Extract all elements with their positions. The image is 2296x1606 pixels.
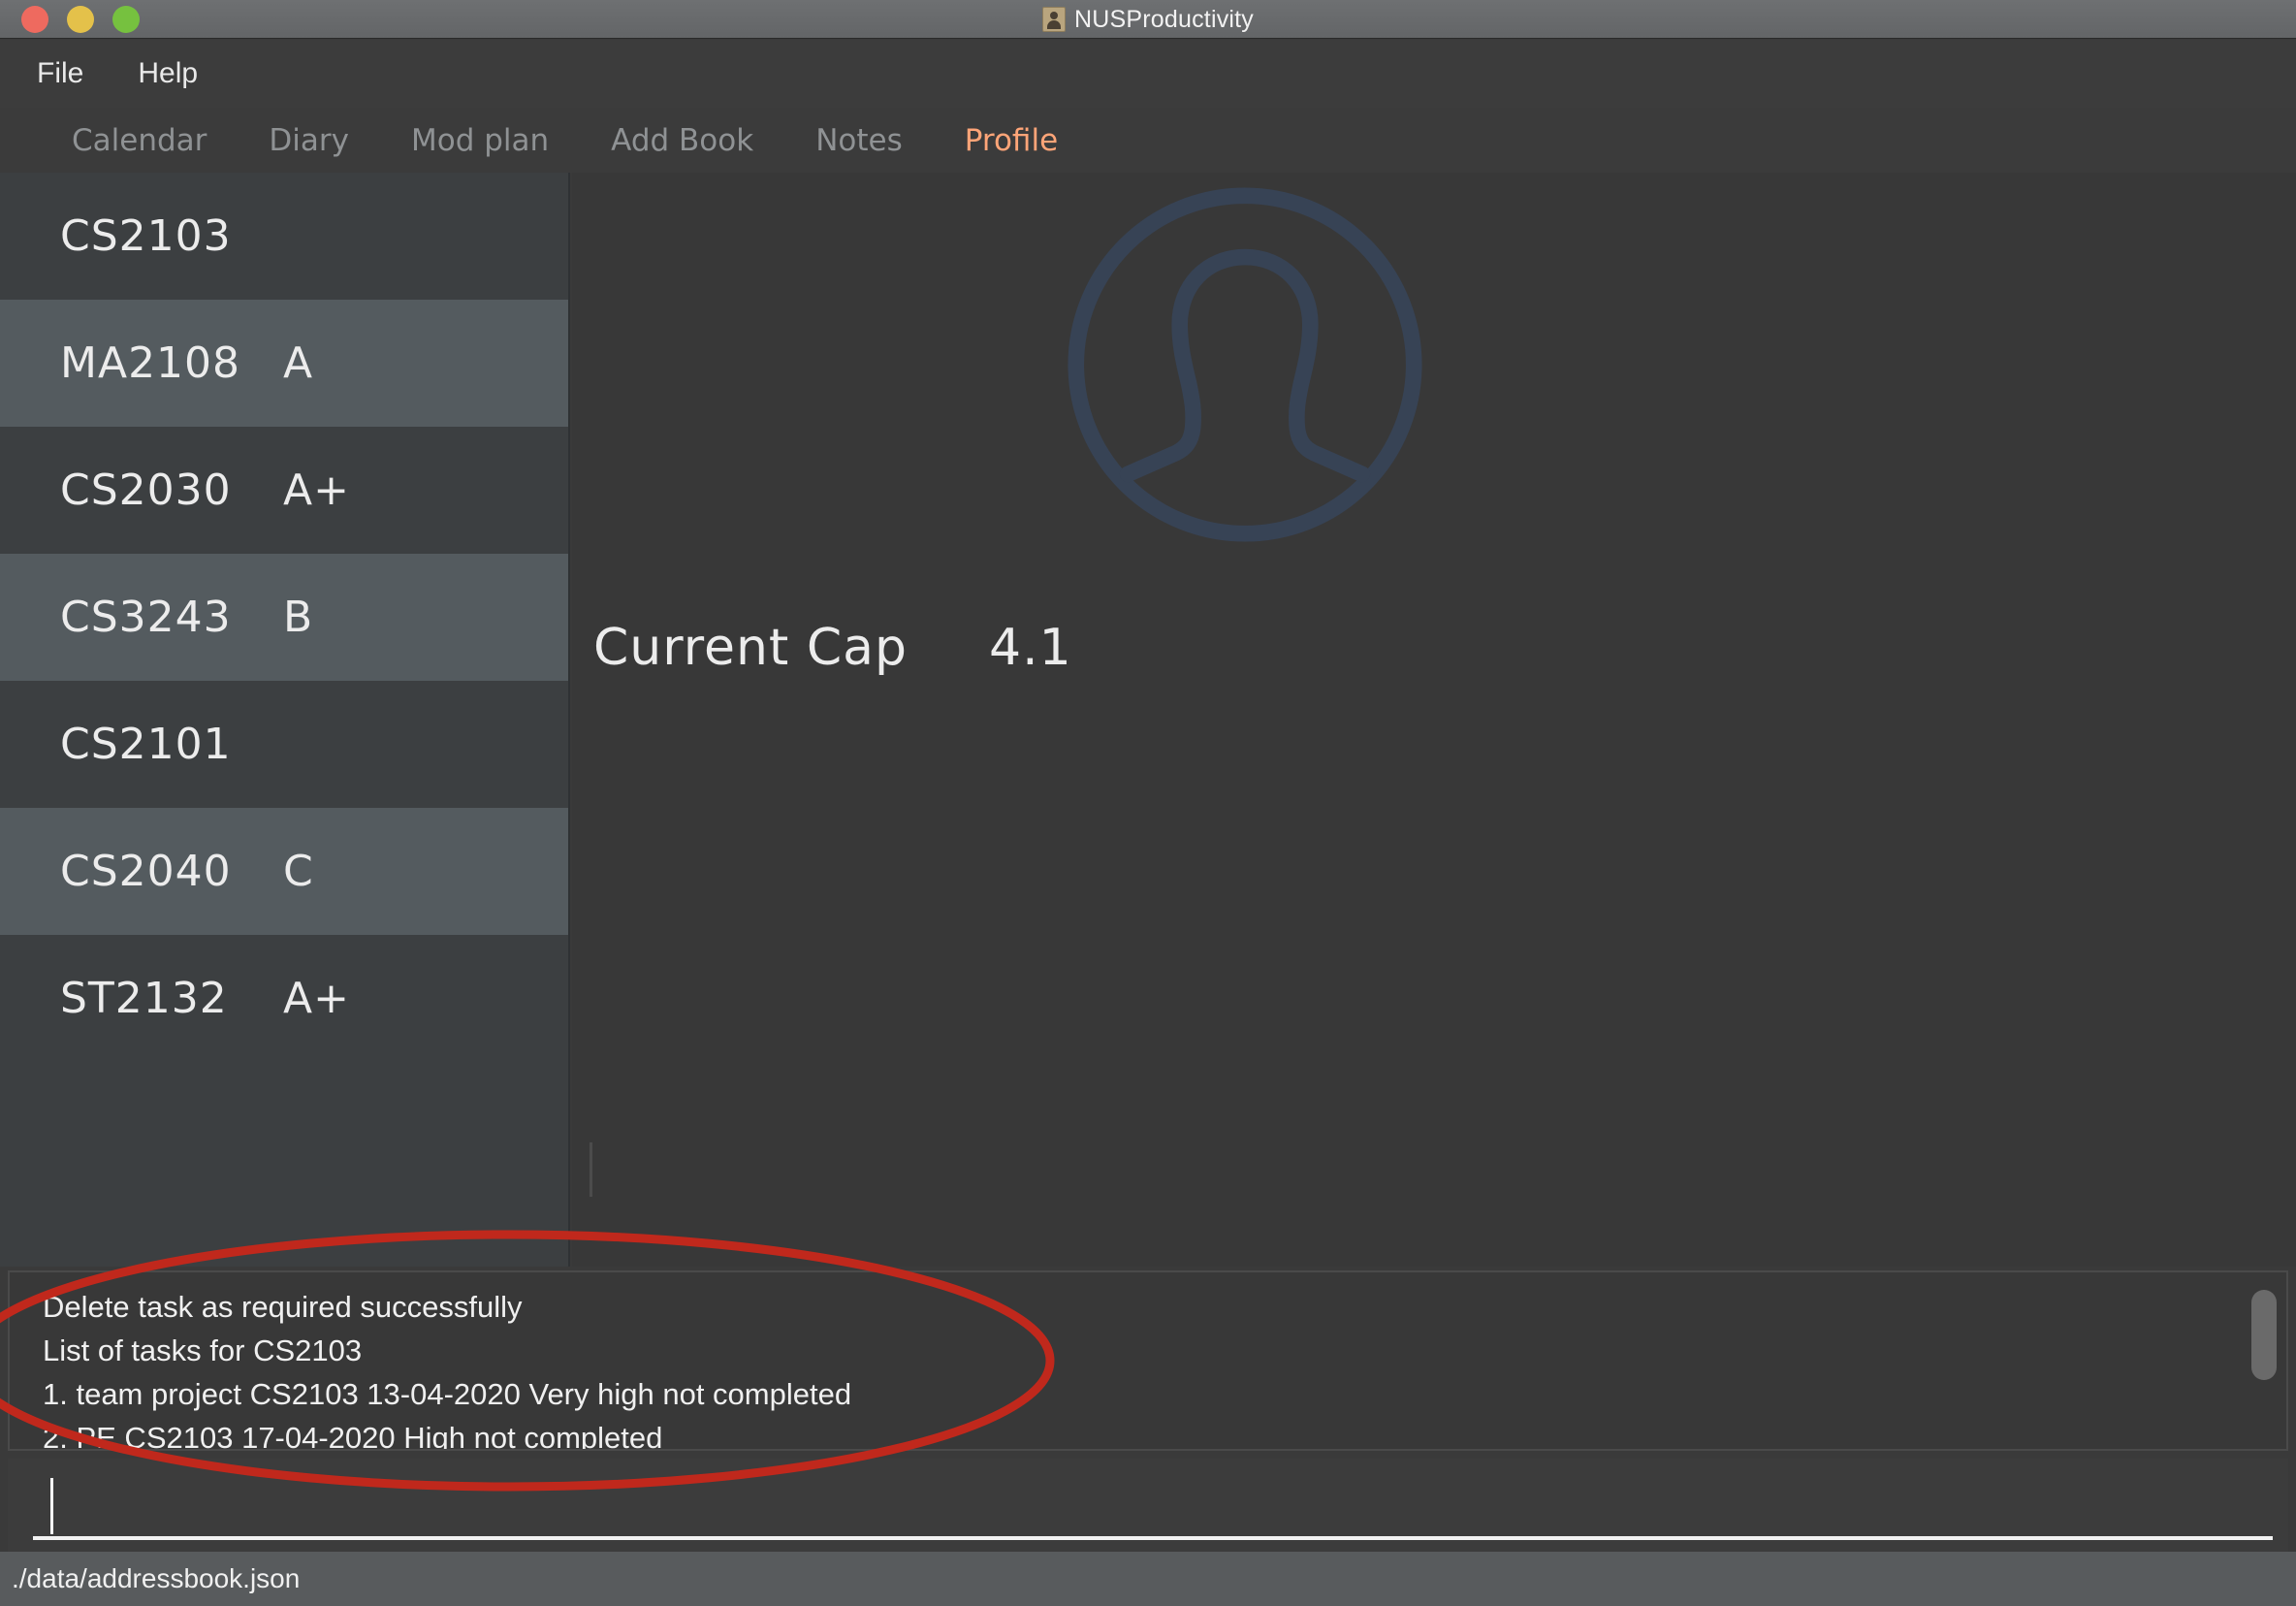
user-placeholder-icon xyxy=(1053,173,1437,557)
application-window: NUSProductivity File Help Calendar Diary… xyxy=(0,0,2296,1606)
result-line: 2. PE CS2103 17-04-2020 High not complet… xyxy=(43,1420,663,1451)
result-scrollbar[interactable] xyxy=(2251,1284,2277,1439)
title-bar-center: NUSProductivity xyxy=(0,0,2296,39)
status-file-path: ./data/addressbook.json xyxy=(12,1563,301,1593)
window-title: NUSProductivity xyxy=(1074,5,1254,33)
current-cap-label: Current Cap xyxy=(593,619,909,677)
tab-diary[interactable]: Diary xyxy=(238,123,380,158)
person-badge-icon xyxy=(1042,7,1066,32)
module-grade: A+ xyxy=(283,974,350,1023)
module-grade: A xyxy=(283,338,314,388)
current-cap-value: 4.1 xyxy=(989,619,1072,677)
module-row[interactable]: CS2030 A+ xyxy=(0,427,568,554)
module-code: CS2040 xyxy=(60,847,232,896)
result-line: 1. team project CS2103 13-04-2020 Very h… xyxy=(43,1376,852,1411)
module-row[interactable]: CS2103 xyxy=(0,173,568,300)
module-code: CS2101 xyxy=(60,720,232,769)
splitter-handle[interactable] xyxy=(590,1142,592,1197)
command-input-underline xyxy=(33,1536,2273,1540)
module-grade: C xyxy=(283,847,314,896)
module-row[interactable]: ST2132 A+ xyxy=(0,935,568,1062)
command-input-area[interactable] xyxy=(8,1459,2288,1552)
menu-help[interactable]: Help xyxy=(132,53,204,94)
module-code: CS2103 xyxy=(60,211,232,261)
module-row[interactable]: CS2101 xyxy=(0,681,568,808)
result-line: List of tasks for CS2103 xyxy=(43,1333,363,1367)
tab-profile[interactable]: Profile xyxy=(934,123,1089,158)
text-caret xyxy=(50,1478,53,1534)
module-row[interactable]: MA2108 A xyxy=(0,300,568,427)
module-code: ST2132 xyxy=(60,974,228,1023)
tab-bar: Calendar Diary Mod plan Add Book Notes P… xyxy=(0,108,2296,173)
module-list-sidebar[interactable]: CS2103 MA2108 A CS2030 A+ CS3243 B CS210… xyxy=(0,173,570,1267)
profile-panel: Current Cap 4.1 task deleted xyxy=(572,173,2296,1380)
status-bar: ./data/addressbook.json xyxy=(0,1552,2296,1606)
result-line: Delete task as required successfully xyxy=(43,1290,523,1324)
module-grade: A+ xyxy=(283,466,350,515)
current-cap-row: Current Cap 4.1 xyxy=(593,619,1072,677)
tab-mod-plan[interactable]: Mod plan xyxy=(380,123,580,158)
module-code: CS3243 xyxy=(60,593,232,642)
content-area: CS2103 MA2108 A CS2030 A+ CS3243 B CS210… xyxy=(0,173,2296,1380)
module-code: CS2030 xyxy=(60,466,232,515)
tab-notes[interactable]: Notes xyxy=(784,123,934,158)
result-scrollbar-thumb[interactable] xyxy=(2251,1290,2277,1380)
module-row[interactable]: CS3243 B xyxy=(0,554,568,681)
menu-file[interactable]: File xyxy=(31,53,89,94)
title-bar: NUSProductivity xyxy=(0,0,2296,39)
module-code: MA2108 xyxy=(60,338,241,388)
module-grade: B xyxy=(283,593,314,642)
menu-bar: File Help xyxy=(0,40,2296,108)
tab-add-book[interactable]: Add Book xyxy=(580,123,784,158)
tab-calendar[interactable]: Calendar xyxy=(41,123,238,158)
module-row[interactable]: CS2040 C xyxy=(0,808,568,935)
result-display-box: Delete task as required successfully Lis… xyxy=(8,1270,2288,1451)
result-text-content: Delete task as required successfully Lis… xyxy=(10,1272,2286,1451)
